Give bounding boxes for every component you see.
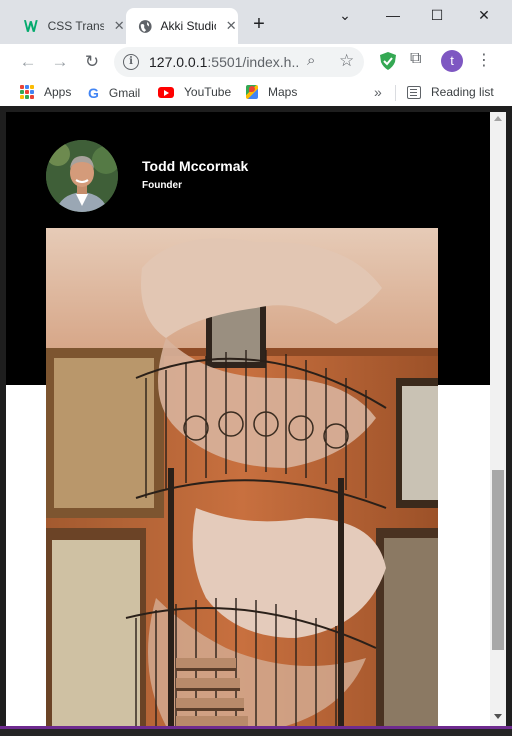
bookmark-label: YouTube bbox=[184, 85, 232, 99]
new-tab-button[interactable]: + bbox=[248, 14, 270, 36]
taskbar bbox=[0, 726, 512, 736]
spiral-staircase-image bbox=[46, 228, 438, 726]
close-window-button[interactable]: ✕ bbox=[464, 4, 504, 26]
url-text[interactable]: 127.0.0.1:5501/index.h... bbox=[149, 54, 299, 70]
shield-extension-icon[interactable] bbox=[380, 52, 396, 70]
bookmark-label: Maps bbox=[268, 85, 298, 99]
scrollbar-thumb[interactable] bbox=[492, 470, 504, 650]
maps-icon bbox=[246, 85, 258, 99]
page-scrollbar[interactable] bbox=[490, 112, 506, 726]
profile-name: Todd Mccormak bbox=[142, 158, 249, 174]
close-tab-icon[interactable]: ✕ bbox=[112, 18, 126, 34]
reload-icon[interactable]: ↻ bbox=[80, 50, 104, 74]
reading-list-label: Reading list bbox=[431, 85, 494, 99]
address-bar[interactable]: i 127.0.0.1:5501/index.h... ⌕ ☆ bbox=[114, 47, 364, 77]
bookmarks-divider bbox=[395, 85, 396, 101]
taskbar-accent bbox=[0, 726, 512, 729]
forward-arrow-icon[interactable]: → bbox=[48, 50, 72, 74]
bookmark-maps[interactable]: Maps bbox=[246, 85, 297, 99]
browser-window: CSS Transitions ✕ Akki Studio ✕ + ⌄ — ☐ … bbox=[0, 0, 512, 736]
back-arrow-icon[interactable]: ← bbox=[16, 50, 40, 74]
more-menu-icon[interactable]: ⋮ bbox=[476, 50, 492, 70]
extensions-puzzle-icon[interactable]: ⧉ bbox=[410, 50, 421, 68]
bookmarks-bar: Apps G Gmail YouTube Maps » Reading list bbox=[0, 80, 512, 106]
google-icon: G bbox=[88, 85, 99, 101]
zoom-icon[interactable]: ⌕ bbox=[307, 52, 315, 69]
reading-list-icon bbox=[407, 85, 421, 99]
maximize-button[interactable]: ☐ bbox=[417, 4, 457, 26]
tab-title: CSS Transitions bbox=[47, 19, 105, 33]
w3schools-favicon-icon bbox=[24, 20, 38, 32]
browser-toolbar: ← → ↻ i 127.0.0.1:5501/index.h... ⌕ ☆ bbox=[0, 44, 512, 80]
globe-icon bbox=[138, 19, 152, 33]
window-frame bbox=[506, 106, 512, 726]
tab-strip: CSS Transitions ✕ Akki Studio ✕ + ⌄ — ☐ … bbox=[0, 0, 512, 44]
scroll-down-arrow-icon[interactable] bbox=[494, 714, 502, 719]
tab-akki-studio[interactable]: Akki Studio ✕ bbox=[126, 8, 238, 44]
close-tab-icon[interactable]: ✕ bbox=[224, 18, 238, 34]
bookmark-youtube[interactable]: YouTube bbox=[158, 85, 231, 99]
scroll-up-arrow-icon[interactable] bbox=[494, 116, 502, 121]
bookmark-apps[interactable]: Apps bbox=[20, 85, 71, 99]
bookmark-star-icon[interactable]: ☆ bbox=[339, 51, 354, 71]
reading-list-button[interactable]: Reading list bbox=[407, 85, 494, 99]
minimize-button[interactable]: — bbox=[373, 4, 413, 26]
profile-role: Founder bbox=[142, 180, 182, 191]
page-viewport[interactable]: Todd Mccormak Founder bbox=[6, 112, 490, 726]
profile-avatar[interactable]: t bbox=[441, 50, 463, 72]
tab-css-transitions[interactable]: CSS Transitions ✕ bbox=[14, 8, 126, 44]
bookmark-label: Gmail bbox=[108, 86, 141, 100]
tab-search-chevron-down-icon[interactable]: ⌄ bbox=[325, 4, 365, 26]
tab-title: Akki Studio bbox=[160, 19, 217, 33]
site-info-icon[interactable]: i bbox=[123, 54, 139, 70]
more-bookmarks-chevron-icon[interactable]: » bbox=[374, 84, 382, 100]
bookmark-label: Apps bbox=[44, 85, 72, 99]
apps-grid-icon bbox=[20, 85, 34, 99]
bookmark-gmail[interactable]: G Gmail bbox=[88, 85, 140, 101]
profile-avatar-photo bbox=[46, 140, 118, 212]
youtube-icon bbox=[158, 86, 174, 98]
